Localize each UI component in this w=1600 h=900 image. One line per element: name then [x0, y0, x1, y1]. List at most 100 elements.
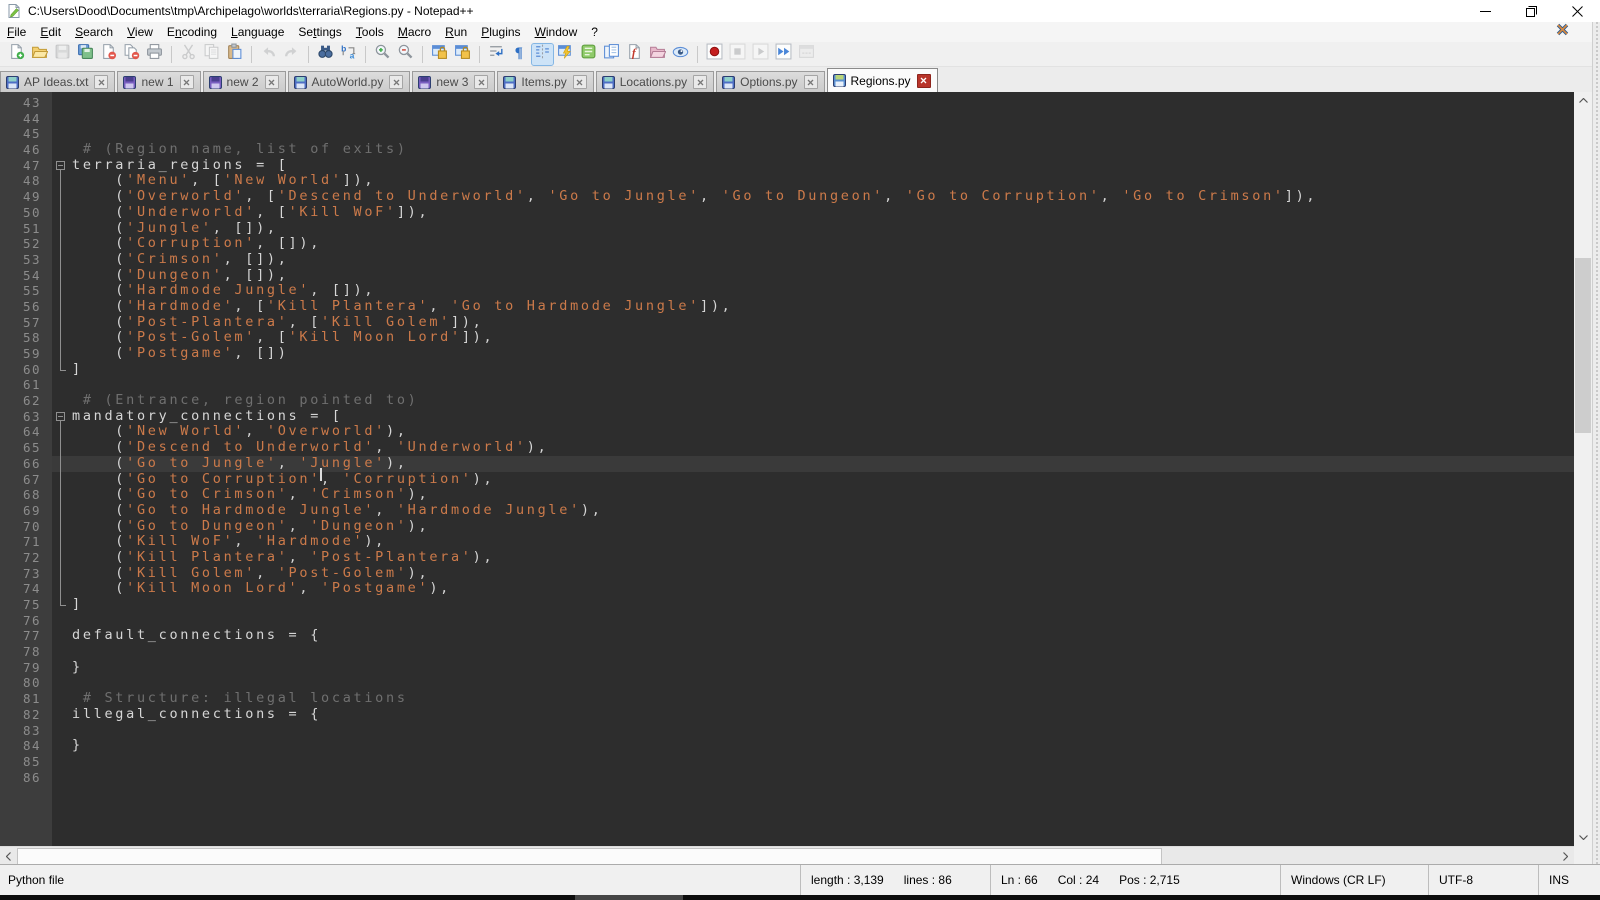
print-button[interactable] [144, 44, 165, 65]
menu-run[interactable]: Run [438, 23, 474, 41]
close-button[interactable] [1554, 0, 1600, 22]
show-all-chars-button[interactable]: ¶ [509, 44, 530, 65]
tab-close-icon[interactable] [265, 75, 279, 89]
code-line-60[interactable]: 60] [0, 362, 1574, 378]
code-line-59[interactable]: 59 ('Postgame', []) [0, 346, 1574, 362]
horizontal-scroll-thumb[interactable] [17, 848, 1162, 865]
code-line-71[interactable]: 71 ('Kill WoF', 'Hardmode'), [0, 534, 1574, 550]
save-button[interactable] [52, 44, 73, 65]
menu-encoding[interactable]: Encoding [160, 23, 224, 41]
code-line-80[interactable]: 80 [0, 675, 1574, 691]
fold-collapse-icon[interactable] [52, 158, 72, 174]
tab-close-icon[interactable] [693, 75, 707, 89]
close-doc-button[interactable] [98, 44, 119, 65]
find-button[interactable] [315, 44, 336, 65]
status-encoding-section[interactable]: UTF-8 [1428, 865, 1538, 895]
macro-play-button[interactable] [750, 44, 771, 65]
code-line-73[interactable]: 73 ('Kill Golem', 'Post-Golem'), [0, 566, 1574, 582]
code-line-66[interactable]: 66 ('Go to Jungle', 'Jungle'), [0, 456, 1574, 472]
tab-items-py[interactable]: Items.py [497, 71, 593, 92]
code-line-65[interactable]: 65 ('Descend to Underworld', 'Underworld… [0, 440, 1574, 456]
undo-button[interactable] [258, 44, 279, 65]
code-line-52[interactable]: 52 ('Corruption', []), [0, 236, 1574, 252]
zoom-in-button[interactable] [372, 44, 393, 65]
code-line-57[interactable]: 57 ('Post-Plantera', ['Kill Golem']), [0, 315, 1574, 331]
code-line-53[interactable]: 53 ('Crimson', []), [0, 252, 1574, 268]
scroll-up-icon[interactable] [1574, 92, 1592, 109]
sync-horizontal-button[interactable] [452, 44, 473, 65]
menu-help[interactable]: ? [584, 23, 605, 41]
menu-language[interactable]: Language [224, 23, 291, 41]
save-all-button[interactable] [75, 44, 96, 65]
tab-new-3[interactable]: new 3 [412, 71, 495, 92]
code-line-49[interactable]: 49 ('Overworld', ['Descend to Underworld… [0, 189, 1574, 205]
menu-plugins[interactable]: Plugins [474, 23, 527, 41]
tab-close-icon[interactable] [180, 75, 194, 89]
function-list-window-button[interactable] [555, 44, 576, 65]
vertical-scroll-thumb[interactable] [1575, 258, 1591, 433]
copy-button[interactable] [201, 44, 222, 65]
scroll-left-icon[interactable] [0, 847, 17, 865]
code-line-63[interactable]: 63mandatory_connections = [ [0, 409, 1574, 425]
code-line-85[interactable]: 85 [0, 754, 1574, 770]
code-line-64[interactable]: 64 ('New World', 'Overworld'), [0, 424, 1574, 440]
code-line-50[interactable]: 50 ('Underworld', ['Kill WoF']), [0, 205, 1574, 221]
code-line-78[interactable]: 78 [0, 644, 1574, 660]
code-line-47[interactable]: 47terraria_regions = [ [0, 158, 1574, 174]
code-line-44[interactable]: 44 [0, 111, 1574, 127]
code-line-81[interactable]: 81 # Structure: illegal locations [0, 691, 1574, 707]
code-line-46[interactable]: 46 # (Region name, list of exits) [0, 142, 1574, 158]
code-line-79[interactable]: 79} [0, 660, 1574, 676]
scroll-down-icon[interactable] [1574, 829, 1592, 846]
code-line-77[interactable]: 77default_connections = { [0, 628, 1574, 644]
tab-close-icon[interactable] [917, 74, 931, 88]
code-editor[interactable]: 43444546 # (Region name, list of exits)4… [0, 92, 1574, 846]
tab-close-icon[interactable] [804, 75, 818, 89]
replace-button[interactable]: ba [338, 44, 359, 65]
menu-macro[interactable]: Macro [391, 23, 438, 41]
menu-settings[interactable]: Settings [291, 23, 348, 41]
new-file-button[interactable] [6, 44, 27, 65]
restore-button[interactable] [1508, 0, 1554, 22]
minimize-button[interactable] [1462, 0, 1508, 22]
code-line-69[interactable]: 69 ('Go to Hardmode Jungle', 'Hardmode J… [0, 503, 1574, 519]
tab-close-icon[interactable] [94, 75, 108, 89]
macro-record-button[interactable] [704, 44, 725, 65]
fold-collapse-icon[interactable] [52, 409, 72, 425]
doc-switcher-button[interactable] [601, 44, 622, 65]
status-eol-section[interactable]: Windows (CR LF) [1280, 865, 1428, 895]
code-line-54[interactable]: 54 ('Dungeon', []), [0, 268, 1574, 284]
function-list-button[interactable]: f [624, 44, 645, 65]
tab-autoworld-py[interactable]: AutoWorld.py [288, 71, 411, 92]
code-line-58[interactable]: 58 ('Post-Golem', ['Kill Moon Lord']), [0, 330, 1574, 346]
code-line-82[interactable]: 82illegal_connections = { [0, 707, 1574, 723]
word-wrap-button[interactable] [486, 44, 507, 65]
monitoring-button[interactable] [670, 44, 691, 65]
code-line-86[interactable]: 86 [0, 770, 1574, 786]
code-line-51[interactable]: 51 ('Jungle', []), [0, 221, 1574, 237]
sync-vertical-button[interactable] [429, 44, 450, 65]
menu-search[interactable]: Search [68, 23, 120, 41]
doc-map-button[interactable] [578, 44, 599, 65]
code-line-55[interactable]: 55 ('Hardmode Jungle', []), [0, 283, 1574, 299]
code-line-45[interactable]: 45 [0, 126, 1574, 142]
code-line-76[interactable]: 76 [0, 613, 1574, 629]
tab-regions-py[interactable]: Regions.py [827, 68, 938, 92]
close-all-docs-button[interactable] [121, 44, 142, 65]
vertical-scrollbar[interactable] [1574, 92, 1592, 846]
code-line-84[interactable]: 84} [0, 738, 1574, 754]
indent-guide-button[interactable] [532, 44, 553, 65]
menu-tools[interactable]: Tools [349, 23, 391, 41]
tab-locations-py[interactable]: Locations.py [596, 71, 714, 92]
cut-button[interactable] [178, 44, 199, 65]
code-line-56[interactable]: 56 ('Hardmode', ['Kill Plantera', 'Go to… [0, 299, 1574, 315]
code-line-70[interactable]: 70 ('Go to Dungeon', 'Dungeon'), [0, 519, 1574, 535]
open-folder-button[interactable] [29, 44, 50, 65]
code-line-48[interactable]: 48 ('Menu', ['New World']), [0, 173, 1574, 189]
code-line-43[interactable]: 43 [0, 95, 1574, 111]
code-line-68[interactable]: 68 ('Go to Crimson', 'Crimson'), [0, 487, 1574, 503]
code-line-72[interactable]: 72 ('Kill Plantera', 'Post-Plantera'), [0, 550, 1574, 566]
macro-stop-button[interactable] [727, 44, 748, 65]
status-insert-mode-section[interactable]: INS [1538, 865, 1600, 895]
tab-ap-ideas-txt[interactable]: AP Ideas.txt [0, 71, 115, 92]
